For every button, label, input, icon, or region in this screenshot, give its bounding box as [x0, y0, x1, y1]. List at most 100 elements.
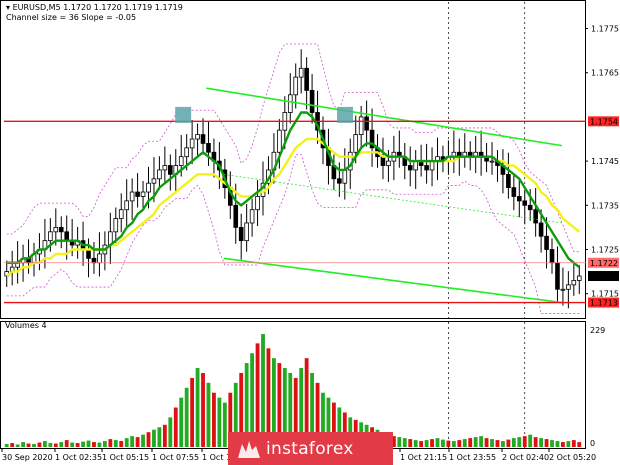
volume-bar — [48, 443, 53, 447]
volume-bar — [53, 443, 58, 447]
volume-bar — [206, 382, 211, 447]
candle-body — [277, 129, 282, 153]
candle-body — [358, 116, 364, 135]
candle-body — [538, 222, 544, 237]
volume-bar — [550, 440, 554, 447]
volume-bar — [533, 437, 538, 447]
candle-body — [511, 187, 517, 197]
candle-body — [113, 218, 119, 233]
candle-body — [233, 204, 239, 228]
volume-bar — [168, 417, 173, 447]
volume-bar — [124, 438, 129, 447]
candle-body — [386, 160, 391, 166]
volume-bar — [490, 439, 494, 447]
volume-bar — [473, 437, 478, 447]
volume-bar — [108, 439, 113, 447]
volume-bar — [571, 440, 576, 447]
candle-body — [146, 182, 151, 193]
candle-body — [195, 134, 200, 140]
volume-title: Volumes 4 — [5, 321, 47, 330]
candle-body — [124, 200, 129, 211]
candle-body — [549, 249, 555, 264]
price-tick-label: 1.1735 — [591, 201, 619, 210]
time-tick-label: 1 Oct 23:55 — [449, 453, 496, 462]
candle-body — [309, 89, 315, 113]
volume-bar — [446, 440, 451, 447]
volume-bar — [21, 442, 25, 447]
brand-banner: instaforex — [228, 432, 393, 465]
candle-body — [337, 178, 342, 184]
volume-bar — [539, 438, 544, 447]
candle-body — [527, 204, 533, 211]
volume-bar — [468, 438, 473, 447]
volume-bar — [408, 439, 413, 447]
candle-body — [48, 231, 53, 242]
candle-body — [353, 134, 359, 153]
volume-bar — [152, 429, 156, 447]
volume-bar — [435, 438, 440, 447]
candle-body — [516, 196, 522, 202]
volume-bar — [64, 440, 69, 447]
candle-body — [506, 173, 511, 189]
price-tick-label: 1.1745 — [591, 157, 619, 166]
volume-bar — [201, 372, 205, 447]
candle-body — [86, 249, 91, 259]
candle-body — [413, 160, 418, 171]
candle-body — [571, 280, 577, 286]
volume-bar — [59, 442, 64, 447]
signal-marker-0 — [175, 106, 192, 123]
volume-bar — [37, 442, 42, 447]
volume-bar — [130, 436, 135, 447]
volume-bar — [190, 377, 195, 447]
volume-bar — [457, 440, 462, 447]
candle-body — [58, 226, 64, 233]
volume-bar — [501, 441, 505, 447]
volume-bar — [97, 442, 102, 447]
time-tick-label: 1 Oct 05:15 — [102, 453, 149, 462]
candle-body — [407, 165, 413, 171]
candle-body — [53, 226, 59, 233]
symbol-quote: EURUSD,M5 1.1720 1.1720 1.1719 1.1719 — [12, 3, 183, 12]
candle-body — [168, 165, 173, 175]
volume-bar — [32, 444, 36, 447]
volume-bar — [135, 437, 140, 447]
volume-bar — [141, 434, 145, 447]
price-tag-label: 1.1719 — [590, 272, 618, 281]
volume-bar — [92, 442, 96, 447]
volume-bar — [517, 437, 522, 447]
volume-bar — [179, 397, 184, 447]
candle-body — [566, 284, 571, 290]
volume-bar — [462, 439, 467, 447]
volume-bar — [195, 368, 200, 447]
candle-body — [533, 209, 538, 224]
symbol-header: ▾ EURUSD,M5 1.1720 1.1720 1.1719 1.1719 — [6, 3, 183, 12]
candle-body — [544, 235, 549, 250]
volume-bar — [506, 439, 511, 447]
time-tick-label: 2 Oct 02:40 — [502, 453, 549, 462]
candle-body — [555, 262, 560, 290]
candle-body — [429, 160, 435, 171]
candle-body — [157, 169, 162, 180]
collapse-triangle-icon[interactable]: ▾ — [6, 3, 10, 12]
volume-axis: 229 0 — [590, 326, 605, 448]
candle-body — [380, 156, 386, 166]
candle-body — [238, 226, 244, 242]
volume-bar — [70, 442, 75, 447]
volume-bar — [479, 436, 484, 447]
candle-body — [178, 156, 184, 166]
candle-body — [244, 222, 249, 242]
volume-bar — [86, 440, 91, 447]
volume-bar — [102, 441, 107, 447]
candle-body — [576, 275, 582, 281]
volume-bar — [441, 439, 445, 447]
volume-bar — [544, 439, 549, 447]
candle-body — [189, 138, 195, 149]
volume-zero-label: 0 — [590, 439, 595, 448]
candle-body — [162, 165, 168, 171]
volume-bar — [15, 444, 20, 447]
volume-bar — [184, 387, 189, 447]
volume-bar — [419, 441, 424, 447]
volume-bar — [430, 439, 434, 447]
candle-body — [184, 147, 189, 158]
instaforex-logo-icon — [238, 440, 260, 458]
